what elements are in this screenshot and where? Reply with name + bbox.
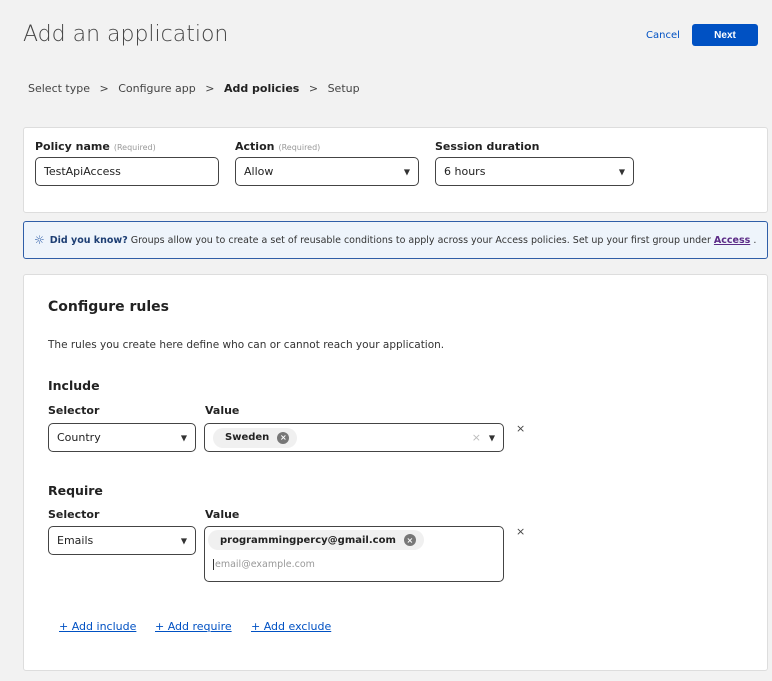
value-chip: Sweden ×	[213, 427, 298, 448]
required-hint: (Required)	[113, 143, 156, 152]
banner-body: Groups allow you to create a set of reus…	[130, 234, 711, 246]
next-button[interactable]: Next	[692, 24, 758, 46]
access-link[interactable]: Access	[714, 235, 750, 246]
select-value: Emails	[57, 534, 94, 547]
breadcrumb-separator: >	[305, 82, 322, 95]
email-input-placeholder[interactable]: email@example.com	[213, 559, 500, 570]
include-heading: Include	[48, 378, 100, 393]
breadcrumb: Select type > Configure app > Add polici…	[28, 82, 360, 95]
include-value-label: Value	[205, 404, 240, 417]
require-selector-select[interactable]: Emails ▼	[48, 526, 196, 555]
clear-icon[interactable]: ×	[472, 431, 481, 444]
chip-remove-icon[interactable]: ×	[277, 431, 290, 444]
breadcrumb-separator: >	[96, 82, 113, 95]
remove-include-rule-icon[interactable]: ×	[516, 422, 525, 435]
session-duration-label: Session duration	[435, 140, 540, 153]
banner-text: Did you know? Groups allow you to create…	[50, 235, 757, 246]
page-title: Add an application	[23, 22, 229, 47]
policy-card: Policy name (Required) TestApiAccess Acti…	[23, 127, 768, 213]
label-text: Action	[235, 140, 275, 153]
include-selector-select[interactable]: Country ▼	[48, 423, 196, 452]
remove-require-rule-icon[interactable]: ×	[516, 525, 525, 538]
chevron-down-icon: ▼	[180, 433, 187, 442]
required-hint: (Required)	[278, 143, 321, 152]
action-select[interactable]: Allow ▼	[235, 157, 419, 186]
chevron-down-icon: ▼	[618, 167, 625, 176]
chevron-down-icon: ▼	[403, 167, 410, 176]
include-value-select[interactable]: Sweden × × ▼	[204, 423, 504, 452]
banner-title: Did you know?	[49, 234, 128, 246]
breadcrumb-setup: Setup	[327, 82, 360, 95]
configure-rules-card: Configure rules The rules you create her…	[23, 274, 768, 671]
policy-name-label: Policy name (Required)	[35, 140, 156, 153]
chip-remove-icon[interactable]: ×	[403, 534, 416, 546]
lightbulb-icon: ☼	[34, 233, 45, 247]
info-banner: ☼ Did you know? Groups allow you to crea…	[23, 221, 768, 259]
cancel-button[interactable]: Cancel	[646, 30, 680, 41]
add-exclude-link[interactable]: + Add exclude	[251, 620, 331, 633]
action-label: Action (Required)	[235, 140, 320, 153]
rules-title: Configure rules	[48, 299, 169, 315]
require-value-input[interactable]: programmingpercy@gmail.com × email@exampl…	[204, 526, 504, 582]
breadcrumb-separator: >	[201, 82, 218, 95]
require-selector-label: Selector	[48, 508, 100, 521]
chip-label: Sweden	[225, 432, 270, 443]
chevron-down-icon: ▼	[180, 536, 187, 545]
value-chip: programmingpercy@gmail.com ×	[208, 530, 424, 550]
select-value: 6 hours	[444, 165, 486, 178]
label-text: Policy name	[35, 140, 110, 153]
breadcrumb-configure-app: Configure app	[118, 82, 196, 95]
chevron-down-icon[interactable]: ▼	[489, 433, 495, 442]
include-selector-label: Selector	[48, 404, 100, 417]
input-value: TestApiAccess	[44, 165, 121, 178]
require-heading: Require	[48, 483, 103, 498]
breadcrumb-add-policies: Add policies	[223, 82, 300, 95]
chip-label: programmingpercy@gmail.com	[220, 534, 396, 546]
select-value: Country	[57, 431, 101, 444]
rules-description: The rules you create here define who can…	[48, 339, 445, 351]
add-require-link[interactable]: + Add require	[155, 620, 232, 633]
breadcrumb-select-type: Select type	[28, 82, 91, 95]
select-value: Allow	[244, 165, 274, 178]
add-include-link[interactable]: + Add include	[59, 620, 136, 633]
require-value-label: Value	[205, 508, 240, 521]
session-duration-select[interactable]: 6 hours ▼	[435, 157, 634, 186]
banner-end: .	[753, 234, 757, 246]
policy-name-input[interactable]: TestApiAccess	[35, 157, 219, 186]
